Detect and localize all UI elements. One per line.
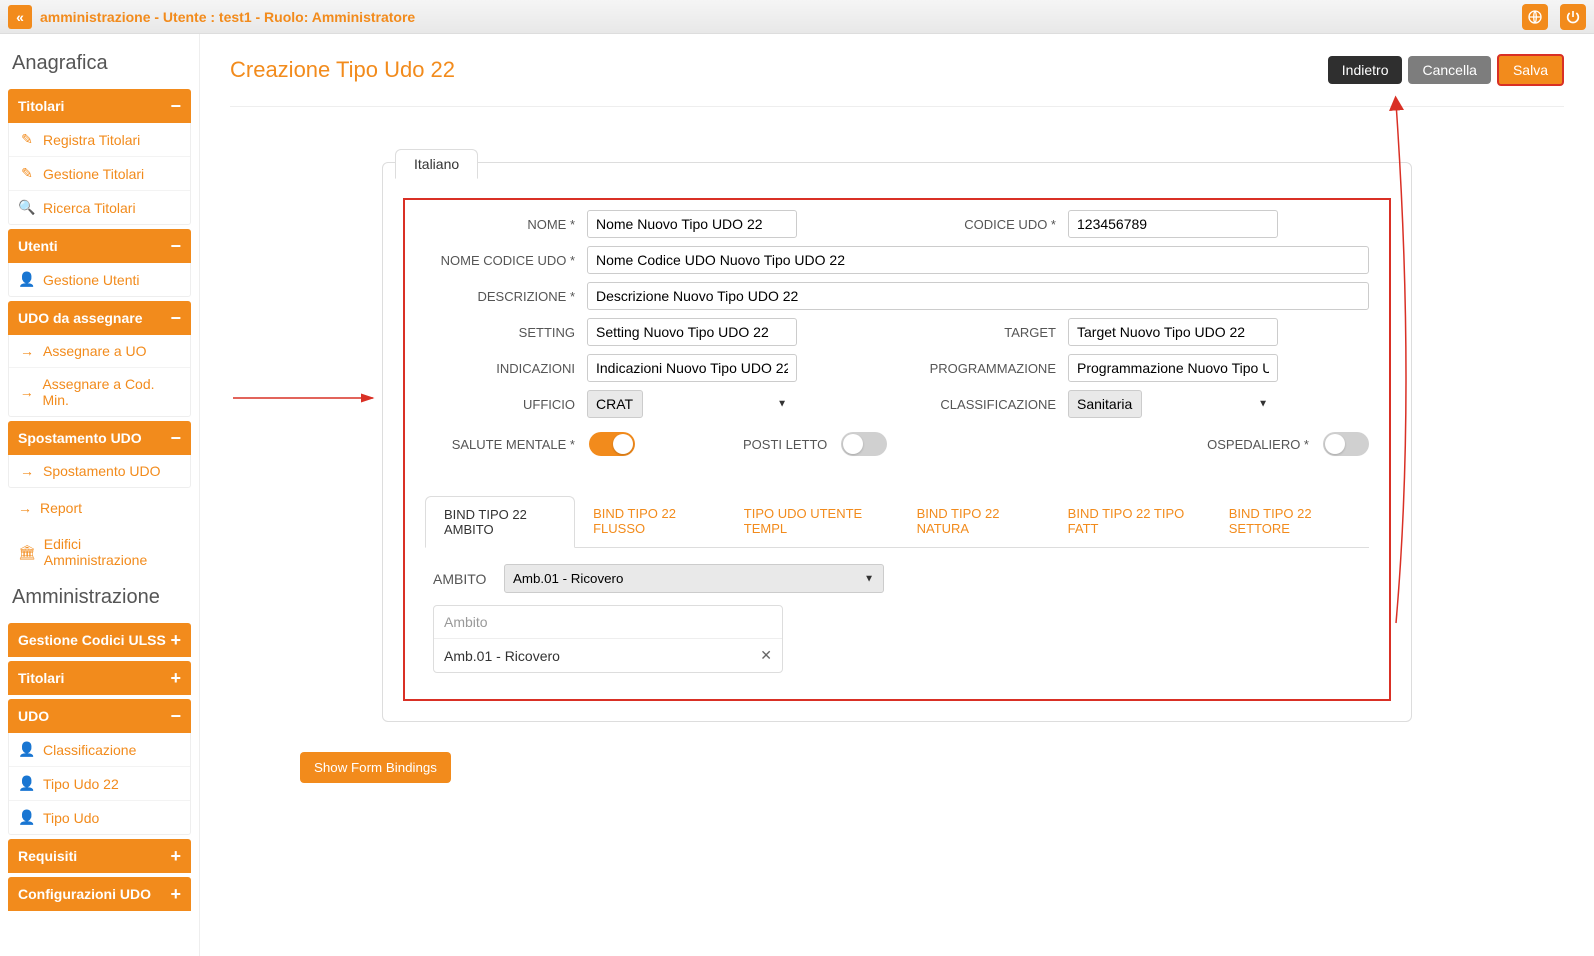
show-form-bindings-button[interactable]: Show Form Bindings: [300, 752, 451, 783]
page-header: Creazione Tipo Udo 22 Indietro Cancella …: [230, 54, 1564, 107]
arrow-right-icon: →: [18, 500, 32, 516]
codice-udo-label: CODICE UDO *: [906, 217, 1056, 232]
programmazione-label: PROGRAMMAZIONE: [906, 361, 1056, 376]
ambito-select[interactable]: Amb.01 - Ricovero: [504, 564, 884, 593]
setting-label: SETTING: [425, 325, 575, 340]
setting-input[interactable]: [587, 318, 797, 346]
posti-letto-toggle[interactable]: [841, 432, 887, 456]
chip-header: Ambito: [434, 606, 782, 639]
sidebar-item-gestione-titolari[interactable]: ✎Gestione Titolari: [9, 157, 190, 191]
sidebar-item-assegnare-cod-min[interactable]: →Assegnare a Cod. Min.: [9, 368, 190, 416]
sidebar-section-udo-assegnare[interactable]: UDO da assegnare: [8, 301, 191, 335]
ufficio-label: UFFICIO: [425, 397, 575, 412]
sidebar-section-spostamento[interactable]: Spostamento UDO: [8, 421, 191, 455]
indicazioni-label: INDICAZIONI: [425, 361, 575, 376]
user-icon: 👤: [19, 775, 35, 792]
tab-tipo-udo-utente[interactable]: TIPO UDO UTENTE TEMPL: [726, 496, 899, 547]
salute-mentale-label: SALUTE MENTALE *: [425, 437, 575, 452]
arrow-right-icon: →: [19, 384, 34, 400]
arrow-right-icon: →: [19, 343, 35, 359]
user-icon: 👤: [19, 271, 35, 288]
ambito-label: AMBITO: [433, 571, 488, 587]
programmazione-input[interactable]: [1068, 354, 1278, 382]
sidebar-heading-anagrafica: Anagrafica: [8, 42, 191, 85]
tab-bind-flusso[interactable]: BIND TIPO 22 FLUSSO: [575, 496, 726, 547]
tab-bind-tipo-fatt[interactable]: BIND TIPO 22 TIPO FATT: [1050, 496, 1211, 547]
posti-letto-label: POSTI LETTO: [743, 437, 827, 452]
nome-label: NOME *: [425, 217, 575, 232]
sidebar-section-gestione-codici[interactable]: Gestione Codici ULSS: [8, 623, 191, 657]
user-icon: 👤: [19, 741, 35, 758]
tab-bind-ambito[interactable]: BIND TIPO 22 AMBITO: [425, 496, 575, 548]
ospedaliero-toggle[interactable]: [1323, 432, 1369, 456]
chip-remove-icon[interactable]: ✕: [760, 647, 772, 664]
ufficio-select[interactable]: CRAT: [587, 390, 643, 418]
cancella-button[interactable]: Cancella: [1408, 56, 1490, 84]
sidebar-section-udo[interactable]: UDO: [8, 699, 191, 733]
sidebar-heading-amministrazione: Amministrazione: [8, 576, 191, 619]
salva-button[interactable]: Salva: [1497, 54, 1564, 86]
form-panel: Italiano NOME * CODICE UDO *: [382, 162, 1412, 722]
edit-icon: ✎: [19, 165, 35, 182]
chip-label: Amb.01 - Ricovero: [444, 648, 560, 664]
sidebar-item-gestione-utenti[interactable]: 👤Gestione Utenti: [9, 263, 190, 296]
sidebar-item-spostamento-udo[interactable]: →Spostamento UDO: [9, 455, 190, 487]
power-icon[interactable]: [1560, 4, 1586, 30]
ospedaliero-label: OSPEDALIERO *: [1207, 437, 1309, 452]
sidebar-section-requisiti[interactable]: Requisiti: [8, 839, 191, 873]
ambito-chip: Amb.01 - Ricovero ✕: [434, 639, 782, 672]
tab-bind-natura[interactable]: BIND TIPO 22 NATURA: [899, 496, 1050, 547]
main-content: Creazione Tipo Udo 22 Indietro Cancella …: [200, 34, 1594, 956]
language-tab[interactable]: Italiano: [395, 149, 478, 179]
bind-tabs: BIND TIPO 22 AMBITO BIND TIPO 22 FLUSSO …: [425, 496, 1369, 548]
user-plus-icon: ✎: [19, 131, 35, 148]
sidebar-item-edifici[interactable]: 🏛Edifici Amministrazione: [8, 528, 191, 576]
page-title: Creazione Tipo Udo 22: [230, 57, 1328, 83]
salute-mentale-toggle[interactable]: [589, 432, 635, 456]
bind-tab-content: AMBITO Amb.01 - Ricovero Ambito Amb.01 -…: [425, 548, 1369, 681]
sidebar-section-config-udo[interactable]: Configurazioni UDO: [8, 877, 191, 911]
sidebar-item-assegnare-uo[interactable]: →Assegnare a UO: [9, 335, 190, 368]
user-icon: 👤: [19, 809, 35, 826]
annotation-arrow-left: [233, 388, 383, 411]
tab-bind-settore[interactable]: BIND TIPO 22 SETTORE: [1211, 496, 1369, 547]
globe-icon[interactable]: [1522, 4, 1548, 30]
sidebar-item-classificazione[interactable]: 👤Classificazione: [9, 733, 190, 767]
target-label: TARGET: [906, 325, 1056, 340]
sidebar-item-registra-titolari[interactable]: ✎Registra Titolari: [9, 123, 190, 157]
topbar: « amministrazione - Utente : test1 - Ruo…: [0, 0, 1594, 34]
topbar-title: amministrazione - Utente : test1 - Ruolo…: [40, 9, 1510, 25]
arrow-right-icon: →: [19, 463, 35, 479]
sidebar-item-tipo-udo-22[interactable]: 👤Tipo Udo 22: [9, 767, 190, 801]
descrizione-label: DESCRIZIONE *: [425, 289, 575, 304]
sidebar-section-titolari[interactable]: Titolari: [8, 89, 191, 123]
nome-codice-input[interactable]: [587, 246, 1369, 274]
sidebar-section-utenti[interactable]: Utenti: [8, 229, 191, 263]
target-input[interactable]: [1068, 318, 1278, 346]
nome-codice-label: NOME CODICE UDO *: [425, 253, 575, 268]
classificazione-select[interactable]: Sanitaria: [1068, 390, 1142, 418]
codice-udo-input[interactable]: [1068, 210, 1278, 238]
sidebar-item-report[interactable]: →Report: [8, 492, 191, 524]
sidebar-item-tipo-udo[interactable]: 👤Tipo Udo: [9, 801, 190, 834]
search-icon: 🔍: [19, 199, 35, 216]
descrizione-input[interactable]: [587, 282, 1369, 310]
classificazione-label: CLASSIFICAZIONE: [906, 397, 1056, 412]
highlighted-form-area: NOME * CODICE UDO * NOME CODICE UDO *: [403, 198, 1391, 701]
indicazioni-input[interactable]: [587, 354, 797, 382]
nome-input[interactable]: [587, 210, 797, 238]
sidebar-section-titolari-2[interactable]: Titolari: [8, 661, 191, 695]
sidebar-collapse-button[interactable]: «: [8, 5, 32, 29]
sidebar: Anagrafica Titolari ✎Registra Titolari ✎…: [0, 34, 200, 956]
ambito-chip-box: Ambito Amb.01 - Ricovero ✕: [433, 605, 783, 673]
building-icon: 🏛: [18, 544, 36, 561]
sidebar-item-ricerca-titolari[interactable]: 🔍Ricerca Titolari: [9, 191, 190, 224]
indietro-button[interactable]: Indietro: [1328, 56, 1403, 84]
